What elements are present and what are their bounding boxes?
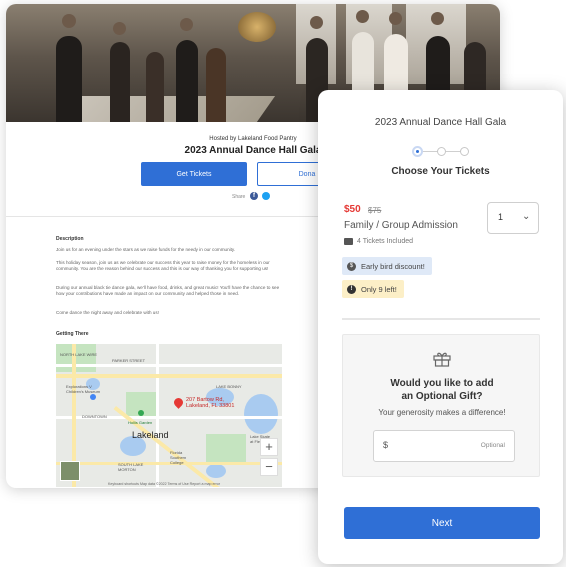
ticket-original-price: $75 — [368, 206, 382, 215]
currency-symbol: $ — [383, 440, 389, 450]
gift-heading-line-2: an Optional Gift? — [401, 391, 483, 402]
map-zoom-in-button[interactable]: + — [260, 438, 278, 456]
section-divider — [342, 318, 540, 320]
dollar-icon: $ — [347, 261, 356, 271]
get-tickets-button[interactable]: Get Tickets — [141, 162, 247, 186]
availability-text: Only 9 left! — [361, 284, 397, 294]
ticket-icon — [344, 238, 353, 245]
gift-heading-line-1: Would you like to add — [390, 378, 494, 389]
ticket-selection-modal: 2023 Annual Dance Hall Gala Choose Your … — [318, 90, 563, 564]
next-button[interactable]: Next — [344, 507, 540, 539]
chevron-down-icon: ⌄ — [522, 211, 531, 222]
quantity-value: 1 — [498, 212, 504, 222]
map-label-museum: Explorations V Children's Museum — [66, 384, 101, 394]
getting-there-heading: Getting There — [56, 331, 89, 337]
early-bird-badge: $ Early bird discount! — [342, 257, 432, 275]
park-marker[interactable] — [138, 410, 144, 416]
twitter-icon[interactable] — [262, 192, 270, 200]
step-1-dot — [412, 146, 423, 157]
optional-gift-panel: Would you like to add an Optional Gift? … — [342, 334, 540, 477]
ticket-price: $50 — [344, 204, 361, 215]
map-address-label: 207 Bartow Rd, Lakeland, FL 33801 — [186, 397, 235, 409]
gift-amount-input[interactable]: $ Optional — [373, 430, 515, 462]
share-label: Share — [232, 194, 246, 200]
facebook-icon[interactable]: f — [250, 192, 258, 200]
map-zoom-out-button[interactable]: − — [260, 458, 278, 476]
map-label-north-lake-wire: NORTH LAKE WIRE — [60, 352, 98, 357]
map-satellite-thumbnail[interactable] — [60, 461, 80, 481]
map-label-lake-bonny: LAKE BONNY — [216, 384, 242, 389]
ticket-name: Family / Group Admission — [344, 220, 458, 231]
alert-icon: ! — [347, 284, 356, 294]
map-label-lakeland: Lakeland — [132, 430, 169, 440]
gift-subtext: Your generosity makes a difference! — [378, 408, 506, 417]
description-paragraph: Come dance the night away and celebrate … — [56, 310, 159, 315]
map-footer-links[interactable]: Keyboard shortcuts Map data ©2022 Terms … — [108, 482, 220, 486]
map-label-parker-street: PARKER STREET — [112, 358, 146, 363]
gift-icon — [433, 352, 451, 367]
step-3-dot — [460, 147, 469, 156]
map-label-hollis-garden: Hollis Garden — [128, 420, 153, 425]
map-label-florida-southern: Florida Southern College — [170, 450, 187, 465]
availability-badge: ! Only 9 left! — [342, 280, 404, 298]
step-indicator — [412, 146, 472, 158]
modal-event-title: 2023 Annual Dance Hall Gala — [374, 117, 507, 128]
tickets-included: 4 Tickets Included — [344, 238, 413, 245]
museum-marker[interactable] — [90, 394, 96, 400]
description-heading: Description — [56, 236, 84, 242]
early-bird-text: Early bird discount! — [361, 261, 425, 271]
quantity-select[interactable]: 1 ⌄ — [487, 202, 539, 234]
step-2-dot — [437, 147, 446, 156]
step-heading: Choose Your Tickets — [391, 166, 490, 177]
location-pin-icon[interactable] — [172, 396, 185, 409]
description-paragraph: This holiday season, join us as we celeb… — [56, 260, 270, 271]
map-label-downtown: DOWNTOWN — [82, 414, 107, 419]
tickets-included-text: 4 Tickets Included — [357, 238, 414, 245]
description-paragraph: During our annual black tie dance gala, … — [56, 285, 280, 296]
map-label-south-lake-morton: SOUTH LAKE MORTON — [118, 462, 144, 472]
location-map[interactable]: NORTH LAKE WIRE PARKER STREET LAKE BONNY… — [56, 344, 282, 487]
gift-heading: Would you like to add an Optional Gift? — [343, 377, 541, 403]
gift-input-placeholder: Optional — [480, 442, 505, 449]
description-paragraph: Join us for an evening under the stars a… — [56, 247, 236, 252]
